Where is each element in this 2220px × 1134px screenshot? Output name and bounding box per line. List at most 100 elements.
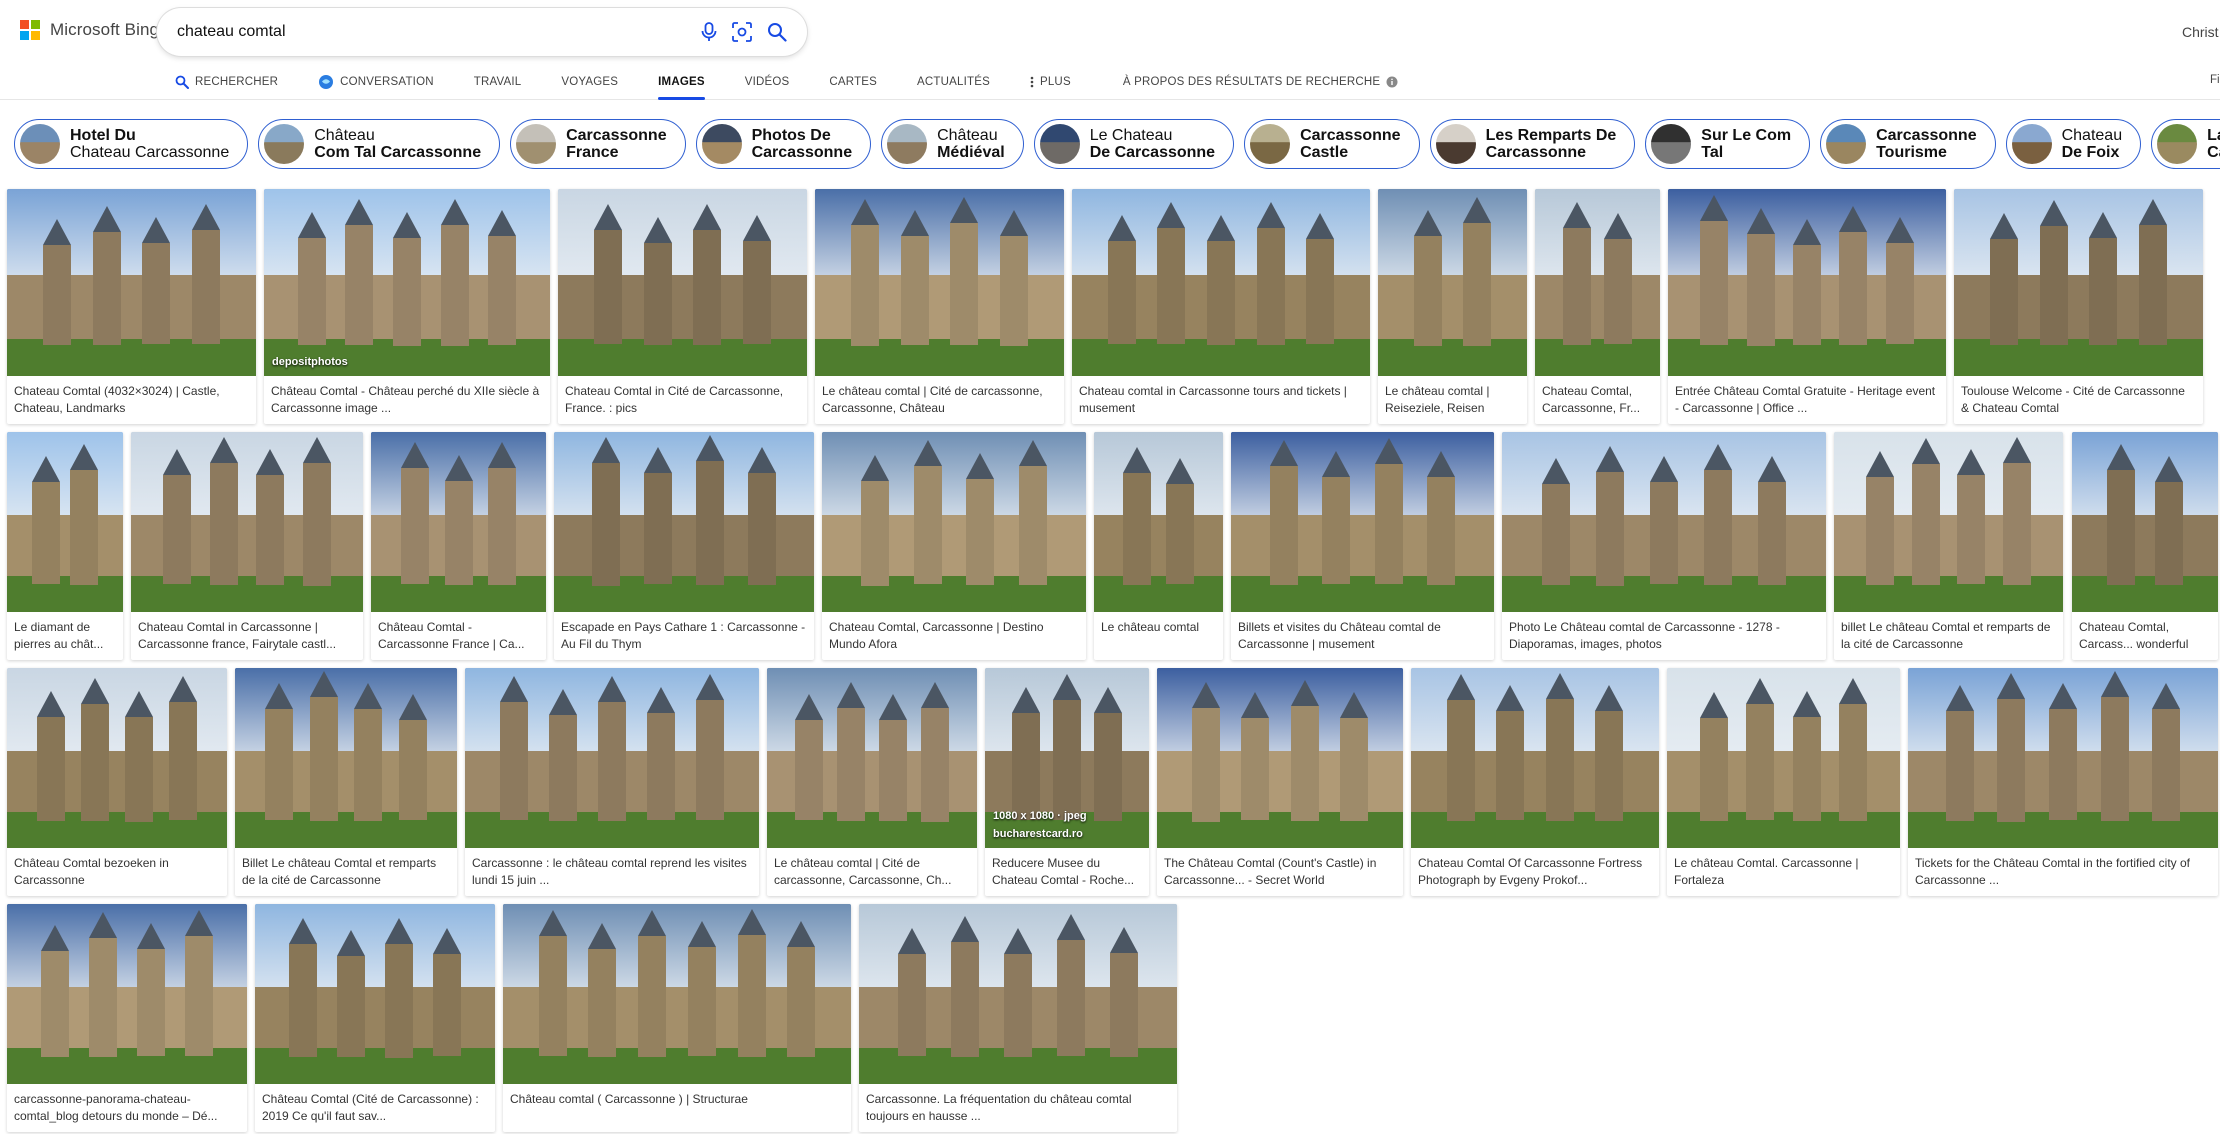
- result-caption[interactable]: Billets et visites du Château comtal de …: [1238, 619, 1487, 653]
- result-caption[interactable]: Le château comtal | Cité de carcassonne,…: [774, 855, 970, 889]
- result-caption[interactable]: Chateau Comtal Of Carcassonne Fortress P…: [1418, 855, 1652, 889]
- image-result[interactable]: Photo Le Château comtal de Carcassonne -…: [1502, 432, 1826, 660]
- image-result[interactable]: Tickets for the Château Comtal in the fo…: [1908, 668, 2218, 896]
- tab-actualit-s[interactable]: ACTUALITÉS: [917, 68, 990, 96]
- info-icon[interactable]: [1386, 76, 1398, 88]
- tab-voyages[interactable]: VOYAGES: [561, 68, 618, 96]
- image-result[interactable]: Château Comtal - Carcassonne France | Ca…: [371, 432, 546, 660]
- result-thumbnail[interactable]: [371, 432, 546, 612]
- tab-conversation[interactable]: CONVERSATION: [318, 68, 434, 96]
- result-caption[interactable]: The Château Comtal (Count's Castle) in C…: [1164, 855, 1396, 889]
- image-result[interactable]: Carcassonne : le château comtal reprend …: [465, 668, 759, 896]
- result-thumbnail[interactable]: 1080 x 1080 · jpeg bucharestcard.ro: [985, 668, 1149, 848]
- image-result[interactable]: depositphotos Château Comtal - Château pe…: [264, 189, 550, 424]
- image-result[interactable]: Château Comtal (Cité de Carcassonne) : 2…: [255, 904, 495, 1132]
- search-icon[interactable]: [765, 20, 789, 44]
- image-result[interactable]: Chateau Comtal (4032×3024) | Castle, Cha…: [7, 189, 256, 424]
- result-thumbnail[interactable]: [767, 668, 977, 848]
- result-caption[interactable]: carcassonne-panorama-chateau-comtal_blog…: [14, 1091, 240, 1125]
- result-caption[interactable]: Chateau Comtal in Carcassonne | Carcasso…: [138, 619, 356, 653]
- related-chip[interactable]: Photos De Carcassonne: [695, 119, 872, 169]
- result-thumbnail[interactable]: [1157, 668, 1403, 848]
- nav-right-label[interactable]: Fi: [2210, 74, 2220, 86]
- search-input[interactable]: [177, 8, 657, 56]
- result-thumbnail[interactable]: [7, 904, 247, 1084]
- image-result[interactable]: Chateau Comtal Of Carcassonne Fortress P…: [1411, 668, 1659, 896]
- result-thumbnail[interactable]: [7, 668, 227, 848]
- tab-vid-os[interactable]: VIDÉOS: [745, 68, 790, 96]
- result-caption[interactable]: Chateau Comtal, Carcassonne, Fr...: [1542, 383, 1653, 417]
- result-caption[interactable]: Château Comtal - Carcassonne France | Ca…: [378, 619, 539, 653]
- result-thumbnail[interactable]: [1231, 432, 1494, 612]
- tab-cartes[interactable]: CARTES: [829, 68, 877, 96]
- related-chip[interactable]: La Cité DeCarcassonne: [2151, 119, 2220, 169]
- related-chip[interactable]: Carcassonne Castle: [1244, 119, 1420, 169]
- image-result[interactable]: carcassonne-panorama-chateau-comtal_blog…: [7, 904, 247, 1132]
- related-chip[interactable]: Carcassonne France: [510, 119, 686, 169]
- image-result[interactable]: The Château Comtal (Count's Castle) in C…: [1157, 668, 1403, 896]
- image-result[interactable]: Chateau Comtal in Cité de Carcassonne, F…: [558, 189, 807, 424]
- image-result[interactable]: Entrée Château Comtal Gratuite - Heritag…: [1668, 189, 1946, 424]
- image-result[interactable]: Château comtal ( Carcassonne ) | Structu…: [503, 904, 851, 1132]
- image-result[interactable]: Le château comtal | Cité de carcassonne,…: [815, 189, 1064, 424]
- image-result[interactable]: Chateau Comtal, Carcassonne, Fr...: [1535, 189, 1660, 424]
- image-result[interactable]: billet Le château Comtal et remparts de …: [1834, 432, 2063, 660]
- result-caption[interactable]: Chateau Comtal, Carcass... wonderful cit…: [2079, 619, 2211, 653]
- result-caption[interactable]: Le diamant de pierres au chât...: [14, 619, 116, 653]
- tab-plus[interactable]: PLUS: [1030, 68, 1071, 96]
- result-caption[interactable]: Chateau comtal in Carcassonne tours and …: [1079, 383, 1363, 417]
- result-thumbnail[interactable]: [1411, 668, 1659, 848]
- result-thumbnail[interactable]: [1908, 668, 2218, 848]
- result-thumbnail[interactable]: depositphotos: [264, 189, 550, 376]
- result-caption[interactable]: Billet Le château Comtal et remparts de …: [242, 855, 450, 889]
- result-caption[interactable]: Château Comtal bezoeken in Carcassonne: [14, 855, 220, 889]
- image-result[interactable]: Carcassonne. La fréquentation du château…: [859, 904, 1177, 1132]
- related-chip[interactable]: Le Chateau De Carcassonne: [1033, 119, 1235, 169]
- result-caption[interactable]: Chateau Comtal (4032×3024) | Castle, Cha…: [14, 383, 249, 417]
- image-result[interactable]: Château Comtal bezoeken in Carcassonne: [7, 668, 227, 896]
- tab-rechercher[interactable]: RECHERCHER: [175, 68, 278, 96]
- result-thumbnail[interactable]: [822, 432, 1086, 612]
- result-thumbnail[interactable]: [7, 432, 123, 612]
- bing-logo[interactable]: Microsoft Bing: [20, 20, 159, 40]
- result-thumbnail[interactable]: [558, 189, 807, 376]
- related-chip[interactable]: Hotel Du Chateau Carcassonne: [14, 119, 249, 169]
- tab-travail[interactable]: TRAVAIL: [474, 68, 522, 96]
- related-chip[interactable]: Sur Le Com Tal: [1645, 119, 1811, 169]
- image-result[interactable]: Le château Comtal. Carcassonne | Fortale…: [1667, 668, 1900, 896]
- result-thumbnail[interactable]: [554, 432, 814, 612]
- image-result[interactable]: Le diamant de pierres au chât...: [7, 432, 123, 660]
- result-thumbnail[interactable]: [815, 189, 1064, 376]
- result-thumbnail[interactable]: [131, 432, 363, 612]
- result-caption[interactable]: billet Le château Comtal et remparts de …: [1841, 619, 2056, 653]
- related-chip[interactable]: Château Com Tal Carcassonne: [258, 119, 501, 169]
- result-caption[interactable]: Château Comtal (Cité de Carcassonne) : 2…: [262, 1091, 488, 1125]
- image-result[interactable]: Toulouse Welcome - Cité de Carcassonne &…: [1954, 189, 2203, 424]
- result-caption[interactable]: Le château comtal: [1101, 619, 1216, 653]
- result-thumbnail[interactable]: [1954, 189, 2203, 376]
- result-caption[interactable]: Chateau Comtal in Cité de Carcassonne, F…: [565, 383, 800, 417]
- related-chip[interactable]: Les Remparts De Carcassonne: [1429, 119, 1636, 169]
- result-caption[interactable]: Tickets for the Château Comtal in the fo…: [1915, 855, 2211, 889]
- related-chip[interactable]: Chateau De Foix: [2005, 119, 2142, 169]
- microphone-icon[interactable]: [697, 20, 721, 44]
- result-thumbnail[interactable]: [1502, 432, 1826, 612]
- result-thumbnail[interactable]: [503, 904, 851, 1084]
- result-caption[interactable]: Le château comtal | Cité de carcassonne,…: [822, 383, 1057, 417]
- result-caption[interactable]: Carcassonne. La fréquentation du château…: [866, 1091, 1170, 1125]
- result-caption[interactable]: Carcassonne : le château comtal reprend …: [472, 855, 752, 889]
- result-thumbnail[interactable]: [7, 189, 256, 376]
- result-thumbnail[interactable]: [465, 668, 759, 848]
- result-caption[interactable]: Escapade en Pays Cathare 1 : Carcassonne…: [561, 619, 807, 653]
- image-result[interactable]: Chateau Comtal in Carcassonne | Carcasso…: [131, 432, 363, 660]
- result-caption[interactable]: Toulouse Welcome - Cité de Carcassonne &…: [1961, 383, 2196, 417]
- image-result[interactable]: Chateau comtal in Carcassonne tours and …: [1072, 189, 1370, 424]
- result-caption[interactable]: Entrée Château Comtal Gratuite - Heritag…: [1675, 383, 1939, 417]
- result-thumbnail[interactable]: [1834, 432, 2063, 612]
- result-thumbnail[interactable]: [859, 904, 1177, 1084]
- result-caption[interactable]: Château comtal ( Carcassonne ) | Structu…: [510, 1091, 844, 1125]
- result-thumbnail[interactable]: [1378, 189, 1527, 376]
- visual-search-icon[interactable]: [730, 20, 754, 44]
- image-result[interactable]: Billet Le château Comtal et remparts de …: [235, 668, 457, 896]
- result-thumbnail[interactable]: [1535, 189, 1660, 376]
